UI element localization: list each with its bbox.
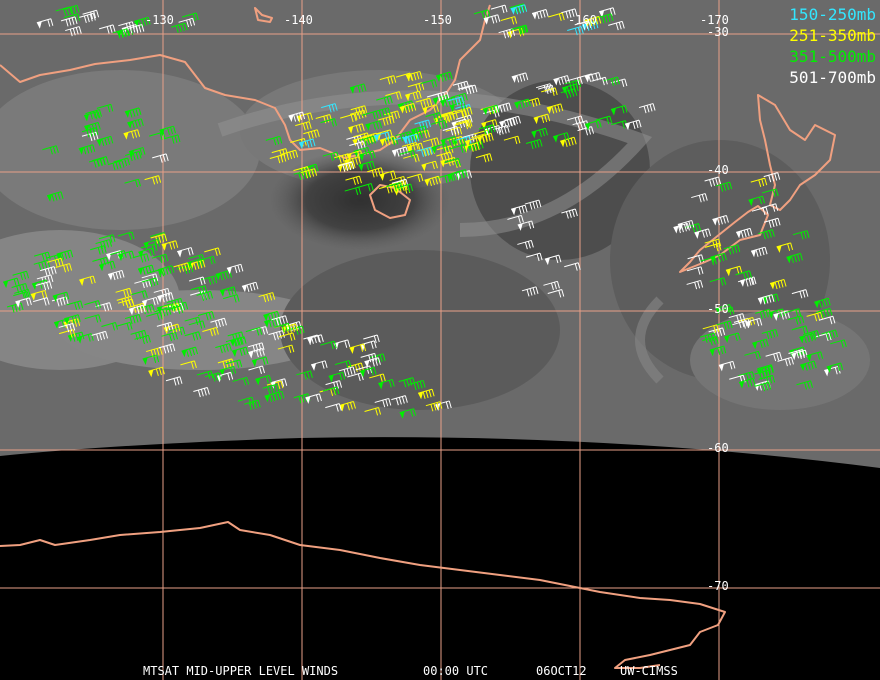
antarctica-coastline [0, 521, 726, 669]
lat-label: -60 [707, 441, 729, 455]
lat-label: -30 [707, 25, 729, 39]
lat-label: -70 [707, 579, 729, 593]
lon-label: -130 [145, 13, 174, 27]
product-title: MTSAT MID-UPPER LEVEL WINDS [143, 664, 339, 678]
lat-label: -50 [707, 302, 729, 316]
lon-label: -150 [423, 13, 452, 27]
source-credit: UW-CIMSS [620, 664, 678, 678]
legend-item-501-700: 501-700mb [789, 68, 876, 87]
legend-item-251-350: 251-350mb [789, 26, 876, 45]
valid-time: 00:00 UTC [423, 664, 489, 678]
map-canvas [0, 0, 880, 680]
valid-date: 06OCT12 [536, 664, 587, 678]
lat-label: -40 [707, 163, 729, 177]
lon-label: -140 [284, 13, 313, 27]
wind-map: -130 -140 -150 -160 -170 -30 -40 -50 -60… [0, 0, 880, 680]
legend-item-351-500: 351-500mb [789, 47, 876, 66]
lon-label: -160 [568, 13, 597, 27]
legend-item-150-250: 150-250mb [789, 5, 876, 24]
pressure-legend: 150-250mb 251-350mb 351-500mb 501-700mb [789, 4, 876, 88]
